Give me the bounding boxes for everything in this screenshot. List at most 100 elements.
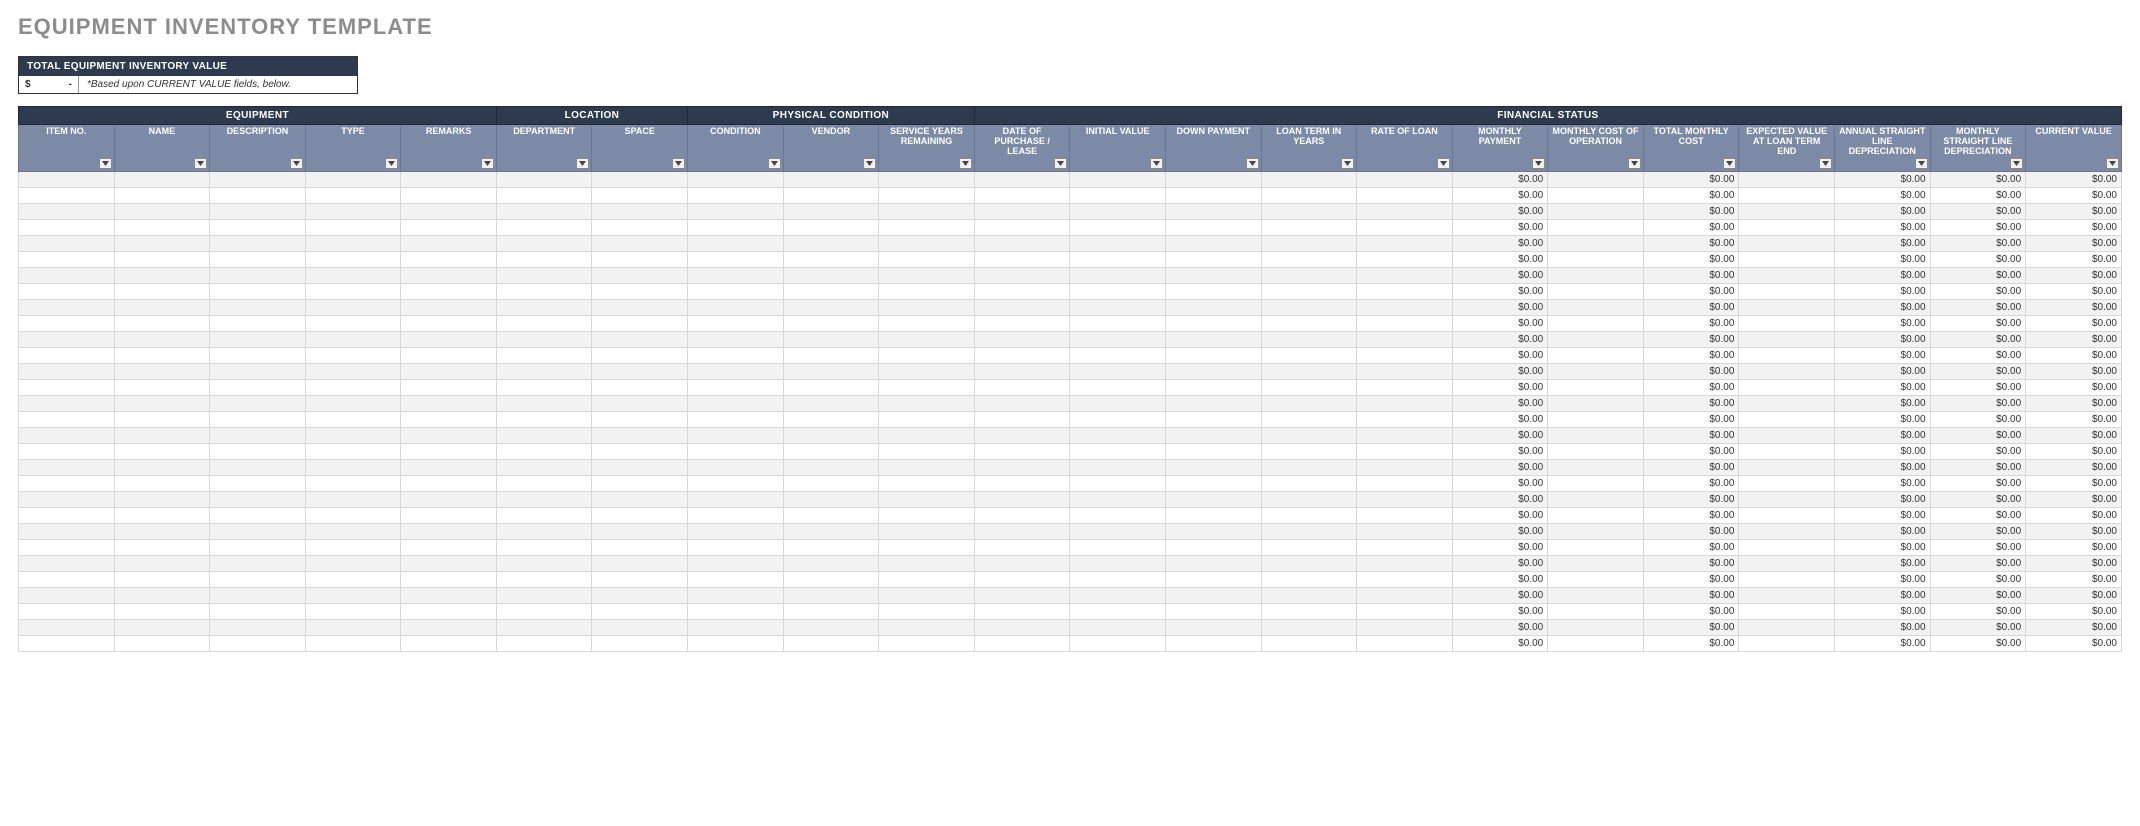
cell-department[interactable] — [496, 555, 592, 571]
cell-monthly_payment[interactable]: $0.00 — [1452, 283, 1548, 299]
cell-name[interactable] — [114, 235, 210, 251]
cell-monthly_sl_dep[interactable]: $0.00 — [1930, 443, 2026, 459]
cell-item_no[interactable] — [19, 603, 115, 619]
cell-monthly_payment[interactable]: $0.00 — [1452, 315, 1548, 331]
cell-space[interactable] — [592, 283, 688, 299]
cell-item_no[interactable] — [19, 331, 115, 347]
cell-department[interactable] — [496, 203, 592, 219]
cell-name[interactable] — [114, 539, 210, 555]
cell-initial_value[interactable] — [1070, 379, 1166, 395]
cell-condition[interactable] — [688, 347, 784, 363]
cell-type[interactable] — [305, 203, 401, 219]
cell-down_payment[interactable] — [1165, 619, 1261, 635]
cell-vendor[interactable] — [783, 443, 879, 459]
cell-remarks[interactable] — [401, 331, 497, 347]
cell-rate_loan[interactable] — [1357, 539, 1453, 555]
cell-vendor[interactable] — [783, 315, 879, 331]
cell-monthly_cost_op[interactable] — [1548, 187, 1644, 203]
cell-loan_term[interactable] — [1261, 203, 1357, 219]
cell-type[interactable] — [305, 571, 401, 587]
cell-department[interactable] — [496, 395, 592, 411]
cell-item_no[interactable] — [19, 347, 115, 363]
cell-monthly_payment[interactable]: $0.00 — [1452, 299, 1548, 315]
cell-item_no[interactable] — [19, 459, 115, 475]
cell-condition[interactable] — [688, 363, 784, 379]
cell-down_payment[interactable] — [1165, 315, 1261, 331]
cell-monthly_cost_op[interactable] — [1548, 443, 1644, 459]
cell-monthly_cost_op[interactable] — [1548, 283, 1644, 299]
cell-date_purchase[interactable] — [974, 331, 1070, 347]
cell-department[interactable] — [496, 587, 592, 603]
cell-remarks[interactable] — [401, 315, 497, 331]
cell-vendor[interactable] — [783, 235, 879, 251]
cell-expected_value_end[interactable] — [1739, 491, 1835, 507]
cell-rate_loan[interactable] — [1357, 219, 1453, 235]
cell-down_payment[interactable] — [1165, 491, 1261, 507]
cell-type[interactable] — [305, 331, 401, 347]
cell-total_monthly_cost[interactable]: $0.00 — [1643, 283, 1739, 299]
cell-space[interactable] — [592, 475, 688, 491]
cell-name[interactable] — [114, 203, 210, 219]
cell-rate_loan[interactable] — [1357, 315, 1453, 331]
cell-service_years[interactable] — [879, 187, 975, 203]
cell-department[interactable] — [496, 267, 592, 283]
cell-item_no[interactable] — [19, 251, 115, 267]
cell-space[interactable] — [592, 235, 688, 251]
cell-type[interactable] — [305, 379, 401, 395]
cell-annual_sl_dep[interactable]: $0.00 — [1834, 235, 1930, 251]
cell-date_purchase[interactable] — [974, 315, 1070, 331]
cell-service_years[interactable] — [879, 219, 975, 235]
cell-name[interactable] — [114, 459, 210, 475]
cell-condition[interactable] — [688, 587, 784, 603]
cell-name[interactable] — [114, 219, 210, 235]
cell-date_purchase[interactable] — [974, 427, 1070, 443]
cell-monthly_sl_dep[interactable]: $0.00 — [1930, 555, 2026, 571]
cell-item_no[interactable] — [19, 299, 115, 315]
cell-department[interactable] — [496, 411, 592, 427]
cell-total_monthly_cost[interactable]: $0.00 — [1643, 539, 1739, 555]
cell-monthly_cost_op[interactable] — [1548, 251, 1644, 267]
cell-date_purchase[interactable] — [974, 299, 1070, 315]
cell-space[interactable] — [592, 619, 688, 635]
cell-expected_value_end[interactable] — [1739, 443, 1835, 459]
cell-condition[interactable] — [688, 491, 784, 507]
cell-date_purchase[interactable] — [974, 379, 1070, 395]
cell-expected_value_end[interactable] — [1739, 555, 1835, 571]
cell-space[interactable] — [592, 331, 688, 347]
cell-rate_loan[interactable] — [1357, 363, 1453, 379]
cell-monthly_payment[interactable]: $0.00 — [1452, 587, 1548, 603]
cell-rate_loan[interactable] — [1357, 491, 1453, 507]
cell-date_purchase[interactable] — [974, 347, 1070, 363]
cell-type[interactable] — [305, 251, 401, 267]
cell-service_years[interactable] — [879, 379, 975, 395]
cell-department[interactable] — [496, 187, 592, 203]
cell-down_payment[interactable] — [1165, 283, 1261, 299]
cell-monthly_payment[interactable]: $0.00 — [1452, 187, 1548, 203]
cell-monthly_payment[interactable]: $0.00 — [1452, 427, 1548, 443]
cell-expected_value_end[interactable] — [1739, 171, 1835, 187]
cell-expected_value_end[interactable] — [1739, 619, 1835, 635]
cell-monthly_cost_op[interactable] — [1548, 507, 1644, 523]
cell-monthly_sl_dep[interactable]: $0.00 — [1930, 379, 2026, 395]
cell-remarks[interactable] — [401, 251, 497, 267]
cell-service_years[interactable] — [879, 267, 975, 283]
cell-space[interactable] — [592, 507, 688, 523]
cell-total_monthly_cost[interactable]: $0.00 — [1643, 507, 1739, 523]
cell-description[interactable] — [210, 379, 306, 395]
cell-rate_loan[interactable] — [1357, 379, 1453, 395]
cell-monthly_sl_dep[interactable]: $0.00 — [1930, 523, 2026, 539]
cell-service_years[interactable] — [879, 315, 975, 331]
cell-initial_value[interactable] — [1070, 283, 1166, 299]
filter-dropdown-icon[interactable] — [863, 158, 876, 169]
cell-expected_value_end[interactable] — [1739, 283, 1835, 299]
cell-description[interactable] — [210, 459, 306, 475]
cell-date_purchase[interactable] — [974, 619, 1070, 635]
cell-service_years[interactable] — [879, 603, 975, 619]
cell-vendor[interactable] — [783, 395, 879, 411]
cell-date_purchase[interactable] — [974, 571, 1070, 587]
cell-name[interactable] — [114, 347, 210, 363]
cell-date_purchase[interactable] — [974, 235, 1070, 251]
cell-annual_sl_dep[interactable]: $0.00 — [1834, 379, 1930, 395]
cell-rate_loan[interactable] — [1357, 619, 1453, 635]
cell-condition[interactable] — [688, 459, 784, 475]
